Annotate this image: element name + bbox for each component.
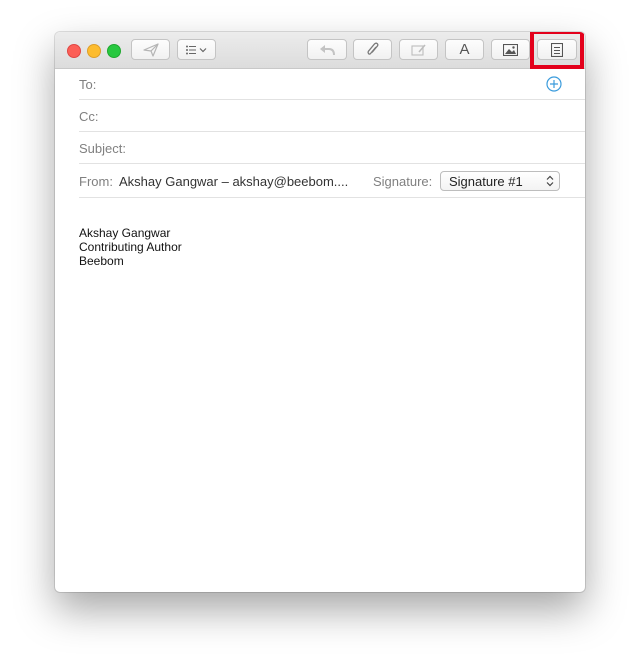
to-field[interactable]: To: <box>79 68 585 100</box>
paper-plane-icon <box>142 42 159 57</box>
cc-field[interactable]: Cc: <box>79 100 585 132</box>
signature-value: Signature #1 <box>449 174 523 189</box>
close-button[interactable] <box>67 44 81 58</box>
subject-field[interactable]: Subject: <box>79 132 585 164</box>
minimize-button[interactable] <box>87 44 101 58</box>
from-label: From: <box>79 174 113 189</box>
reply-button[interactable] <box>307 39 347 60</box>
attach-button[interactable] <box>353 39 392 60</box>
add-contact-icon[interactable] <box>546 76 562 92</box>
format-button[interactable]: A <box>445 39 484 60</box>
message-body[interactable]: Akshay Gangwar Contributing Author Beebo… <box>79 226 182 268</box>
cc-label: Cc: <box>79 109 99 124</box>
markup-button[interactable] <box>399 39 438 60</box>
signature-line: Contributing Author <box>79 240 182 254</box>
signature-label: Signature: <box>373 174 433 189</box>
signature-line: Akshay Gangwar <box>79 226 171 240</box>
highlight-box <box>530 32 584 69</box>
reply-arrow-icon <box>320 44 335 55</box>
signature-line: Beebom <box>79 254 124 268</box>
zoom-button[interactable] <box>107 44 121 58</box>
compose-window: A To: Cc: Subject: From: Akshay Gangwar … <box>55 32 585 592</box>
header-fields-button[interactable] <box>177 39 216 60</box>
signature-select[interactable]: Signature #1 <box>440 171 560 191</box>
format-label: A <box>459 41 470 58</box>
list-dropdown-icon <box>185 45 206 54</box>
from-account-select[interactable]: Akshay Gangwar – akshay@beebom.... <box>119 174 348 189</box>
paperclip-icon <box>366 42 378 55</box>
photo-browser-button[interactable] <box>491 39 530 60</box>
chevron-updown-icon <box>546 175 554 187</box>
subject-label: Subject: <box>79 141 126 156</box>
send-button[interactable] <box>131 39 170 60</box>
from-row: From: Akshay Gangwar – akshay@beebom....… <box>79 165 585 198</box>
markup-pen-icon <box>410 43 426 56</box>
to-label: To: <box>79 77 97 92</box>
photo-browser-icon <box>503 43 518 56</box>
title-bar: A <box>55 32 585 69</box>
